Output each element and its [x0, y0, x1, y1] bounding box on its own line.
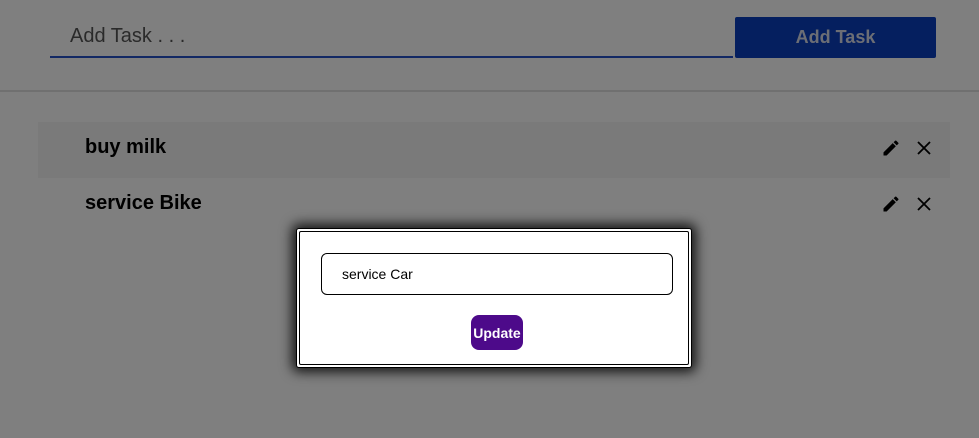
modal-frame: Update: [299, 231, 689, 365]
edit-task-modal: Update: [296, 228, 692, 368]
edit-task-input[interactable]: [321, 253, 673, 295]
update-button[interactable]: Update: [471, 315, 523, 350]
modal-backdrop[interactable]: [0, 0, 979, 438]
